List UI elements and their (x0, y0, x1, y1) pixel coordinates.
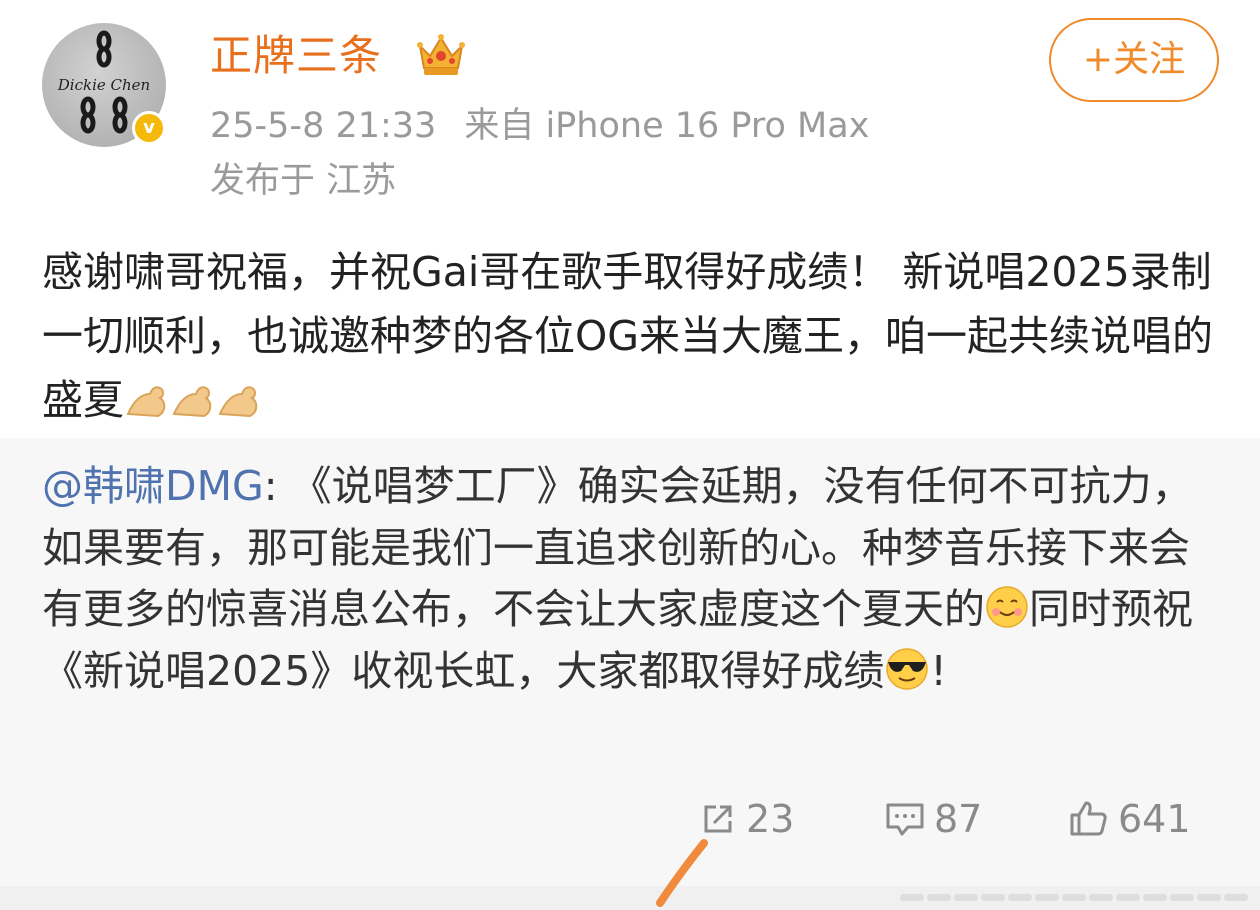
mention-link[interactable]: @韩啸DMG (42, 462, 264, 510)
page-indicator (897, 894, 1248, 901)
verified-badge-icon: v (132, 111, 166, 145)
smiling-face-icon (985, 585, 1029, 633)
annotation-stroke (656, 839, 708, 907)
username[interactable]: 正牌三条 (210, 30, 382, 82)
repost-text: @韩啸DMG: 《说唱梦工厂》确实会延期，没有任何不可抗力，如果要有，那可能是我… (42, 456, 1222, 702)
repost-count: 23 (746, 797, 795, 841)
share-icon (704, 805, 732, 833)
follow-button[interactable]: +关注 (1049, 18, 1219, 102)
sunglasses-face-icon (884, 647, 930, 695)
thumbs-up-icon (1070, 801, 1107, 836)
comment-count: 87 (934, 797, 983, 841)
avatar-text: Dickie Chen (57, 76, 151, 94)
comment-icon (886, 803, 924, 836)
post-location: 发布于 江苏 (210, 161, 397, 201)
flexed-biceps-icon (170, 376, 216, 424)
post-timestamp: 25-5-8 21:33 (210, 106, 437, 146)
crown-icon (417, 34, 465, 75)
post-source: 来自 iPhone 16 Pro Max (464, 106, 870, 146)
post-meta: 25-5-8 21:33 来自 iPhone 16 Pro Max (210, 104, 869, 148)
repost-box[interactable]: @韩啸DMG: 《说唱梦工厂》确实会延期，没有任何不可抗力，如果要有，那可能是我… (0, 438, 1260, 910)
bottom-divider (0, 886, 1260, 910)
repost-body-part3: ! (930, 646, 947, 695)
like-button[interactable]: 641 (1068, 794, 1191, 844)
flexed-biceps-icon (216, 376, 262, 424)
like-count: 641 (1118, 797, 1191, 841)
flexed-biceps-icon (124, 376, 170, 424)
post-text: 感谢啸哥祝福，并祝Gai哥在歌手取得好成绩！ 新说唱2025录制一切顺利，也诚邀… (42, 240, 1222, 432)
comment-button[interactable]: 87 (884, 794, 982, 844)
